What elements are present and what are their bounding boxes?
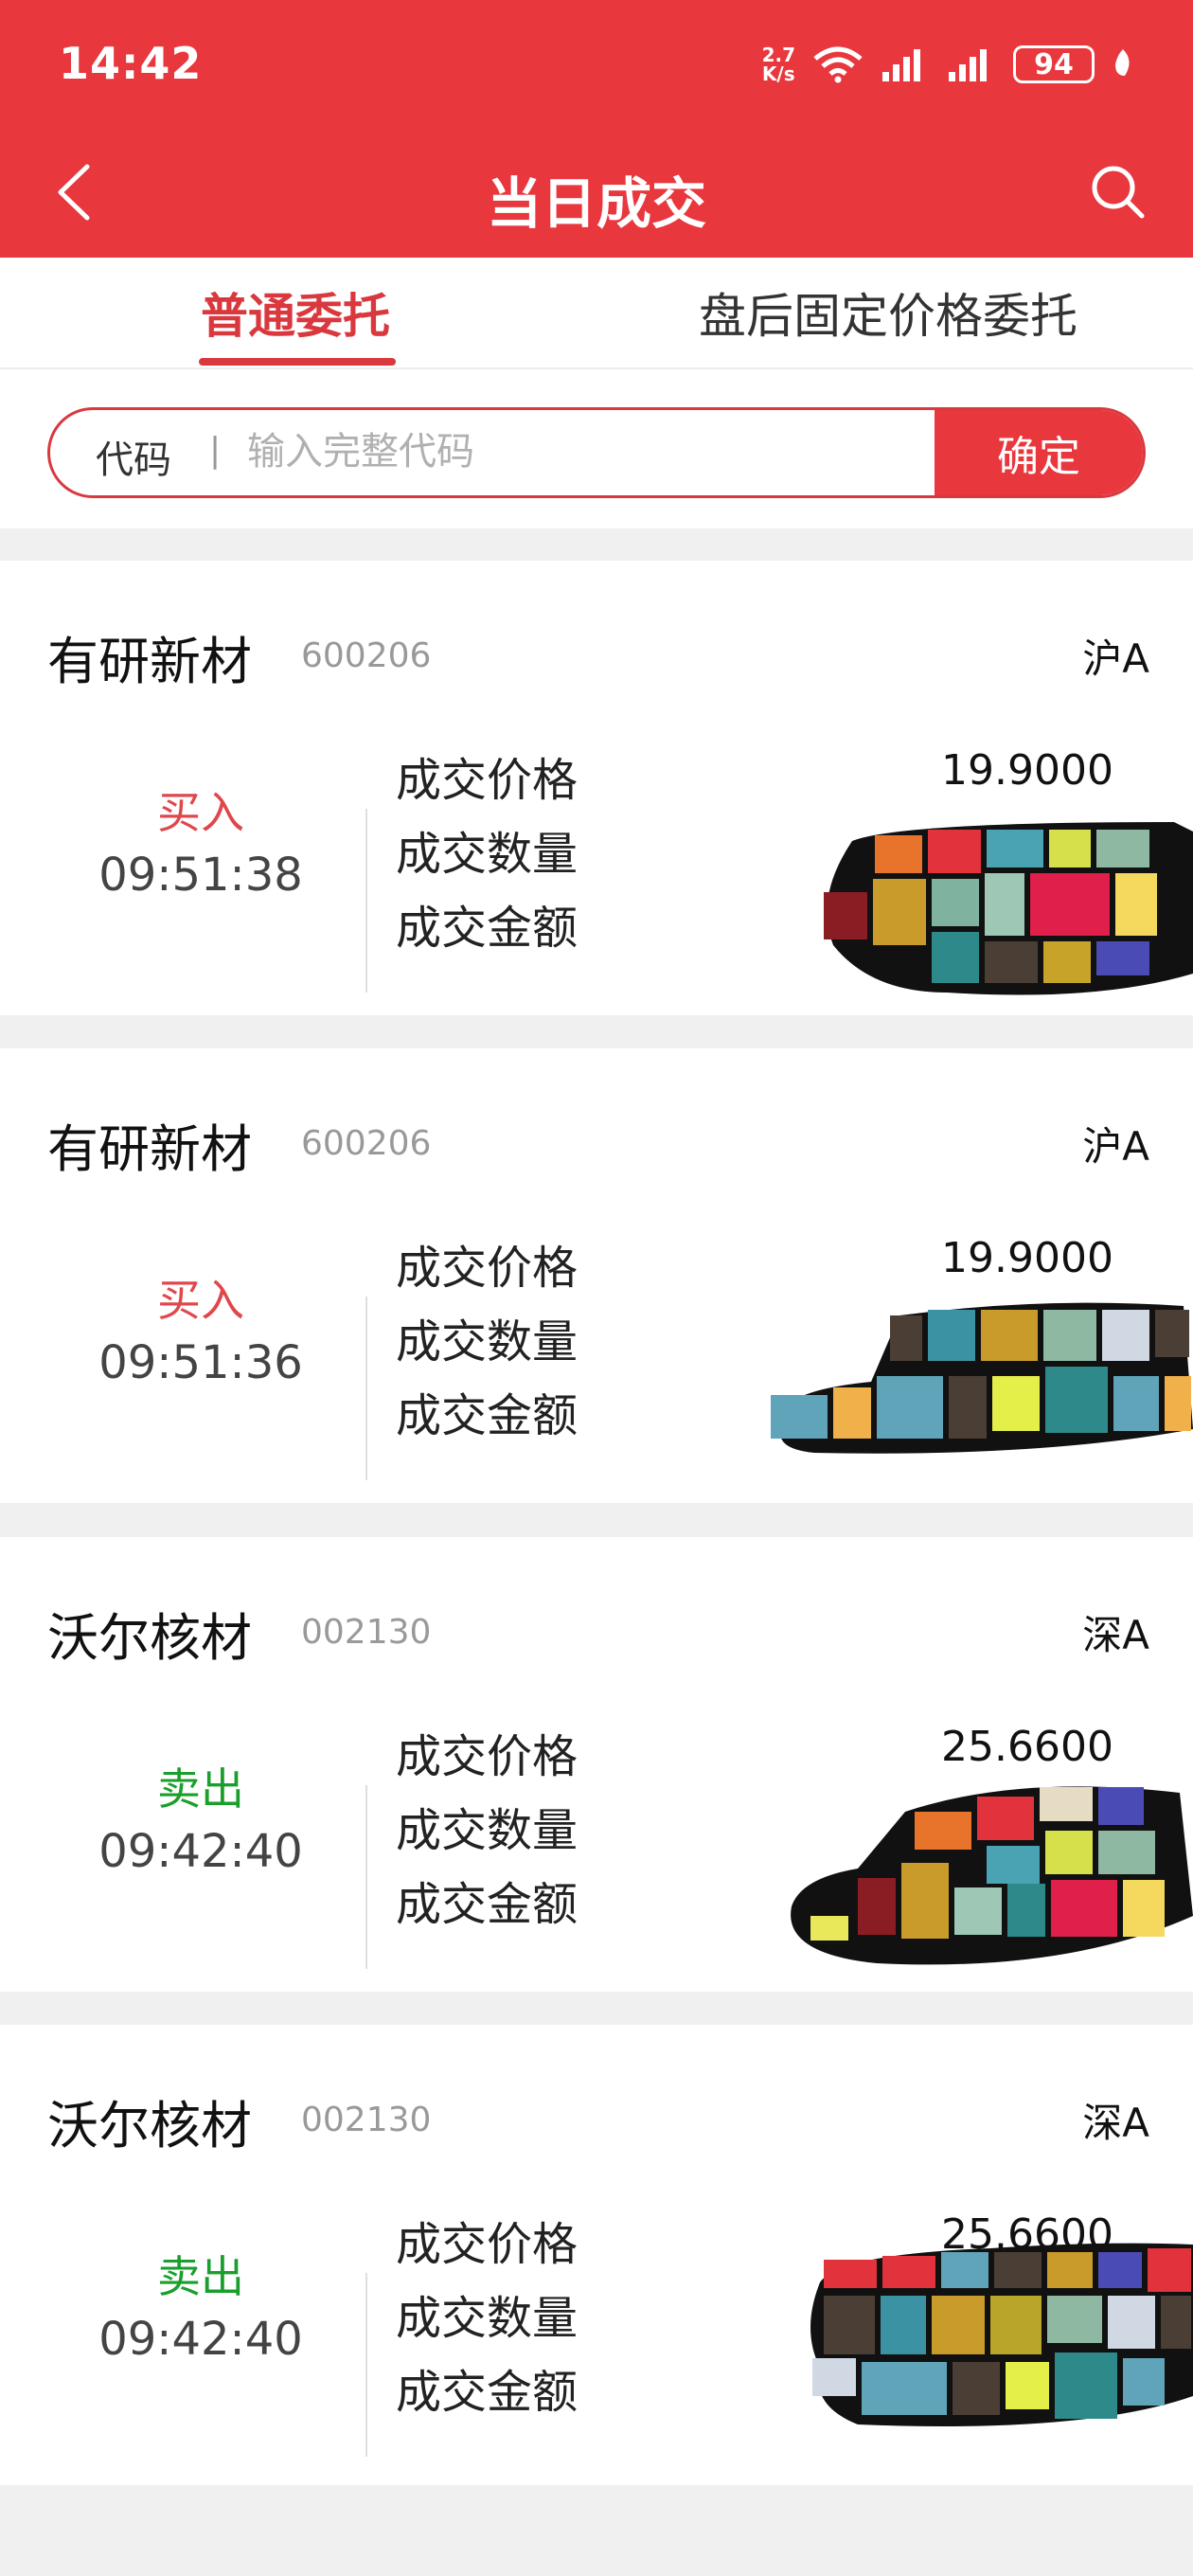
tab-normal-order[interactable]: 普通委托 xyxy=(201,278,390,347)
trade-card[interactable]: 有研新材 600206 沪A 买入 09:51:36 成交价格 成交数量 成交金… xyxy=(0,1048,1193,1503)
amount-label: 成交金额 xyxy=(396,902,579,955)
price-label: 成交价格 xyxy=(396,1730,579,1783)
price-label: 成交价格 xyxy=(396,1242,579,1295)
amount-label: 成交金额 xyxy=(396,2366,579,2419)
quantity-label: 成交数量 xyxy=(396,828,579,881)
divider xyxy=(365,809,367,993)
stock-code: 600206 xyxy=(301,636,432,675)
network-speed: 2.7 K/s xyxy=(761,44,795,85)
quantity-label: 成交数量 xyxy=(396,1315,579,1368)
amount-label: 成交金额 xyxy=(396,1389,579,1442)
market-label: 沪A xyxy=(1082,1123,1149,1170)
redaction-mosaic xyxy=(771,1302,1193,1454)
confirm-button[interactable]: 确定 xyxy=(935,410,1143,495)
status-icons: 2.7 K/s 94 xyxy=(762,42,1134,87)
market-label: 深A xyxy=(1082,2100,1149,2146)
trade-time: 09:51:36 xyxy=(98,1336,303,1389)
trade-price: 19.9000 xyxy=(941,1234,1113,1282)
divider xyxy=(365,2273,367,2457)
page-title: 当日成交 xyxy=(486,171,706,236)
tab-bar: 普通委托 盘后固定价格委托 xyxy=(0,258,1193,369)
trade-side: 卖出 xyxy=(157,1763,244,1815)
trade-time: 09:42:40 xyxy=(98,1825,303,1878)
divider xyxy=(365,1785,367,1969)
price-label: 成交价格 xyxy=(396,2218,579,2271)
trade-price: 25.6600 xyxy=(941,1723,1113,1771)
trade-side: 买入 xyxy=(157,1275,244,1326)
redaction-mosaic xyxy=(810,2243,1193,2426)
search-icon[interactable] xyxy=(1087,161,1148,222)
wifi-icon xyxy=(813,46,863,83)
stock-name: 沃尔核材 xyxy=(47,2096,252,2156)
trade-price: 19.9000 xyxy=(941,746,1113,795)
code-search-row: 代码 | 确定 xyxy=(0,369,1193,528)
trade-card[interactable]: 有研新材 600206 沪A 买入 09:51:38 成交价格 成交数量 成交金… xyxy=(0,561,1193,1015)
stock-name: 有研新材 xyxy=(47,1119,252,1179)
leaf-icon xyxy=(1115,49,1130,76)
active-tab-indicator xyxy=(199,358,396,366)
code-input[interactable] xyxy=(247,423,967,480)
code-separator: | xyxy=(209,431,222,470)
market-label: 沪A xyxy=(1082,635,1149,682)
price-label: 成交价格 xyxy=(396,754,579,807)
quantity-label: 成交数量 xyxy=(396,2292,579,2345)
stock-name: 有研新材 xyxy=(47,632,252,691)
trade-card[interactable]: 沃尔核材 002130 深A 卖出 09:42:40 成交价格 成交数量 成交金… xyxy=(0,1537,1193,1992)
code-label: 代码 xyxy=(96,438,171,482)
cellular-signal-icon-2 xyxy=(949,49,987,81)
redaction-mosaic xyxy=(791,1786,1193,1965)
battery-indicator: 94 xyxy=(1013,45,1095,83)
stock-code: 002130 xyxy=(301,2101,432,2139)
stock-code: 600206 xyxy=(301,1124,432,1163)
divider xyxy=(365,1297,367,1480)
status-time: 14:42 xyxy=(59,38,203,89)
redaction-mosaic xyxy=(824,822,1193,995)
app-bar: 14:42 2.7 K/s 94 当日成交 xyxy=(0,0,1193,258)
amount-label: 成交金额 xyxy=(396,1878,579,1931)
stock-code: 002130 xyxy=(301,1613,432,1652)
trade-side: 买入 xyxy=(157,787,244,838)
stock-name: 沃尔核材 xyxy=(47,1608,252,1668)
trade-card[interactable]: 沃尔核材 002130 深A 卖出 09:42:40 成交价格 成交数量 成交金… xyxy=(0,2025,1193,2485)
trade-time: 09:51:38 xyxy=(98,849,303,902)
cellular-signal-icon xyxy=(882,49,920,81)
quantity-label: 成交数量 xyxy=(396,1804,579,1857)
code-search-box: 代码 | 确定 xyxy=(47,407,1146,498)
market-label: 深A xyxy=(1082,1612,1149,1658)
trade-side: 卖出 xyxy=(157,2251,244,2302)
trade-time: 09:42:40 xyxy=(98,2313,303,2366)
tab-after-hours-fixed-price[interactable]: 盘后固定价格委托 xyxy=(699,278,1077,347)
